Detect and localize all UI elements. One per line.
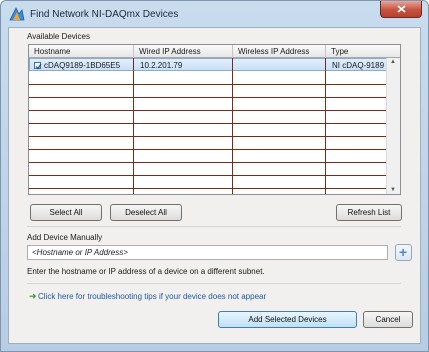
deselect-all-button[interactable]: Deselect All — [110, 204, 182, 221]
divider — [27, 283, 401, 284]
column-line — [232, 58, 233, 194]
close-button[interactable] — [380, 1, 422, 18]
cell-hostname: cDAQ9189-1BD65E5 — [44, 61, 121, 70]
table-row[interactable] — [29, 176, 387, 189]
column-header-wired-ip[interactable]: Wired IP Address — [139, 47, 201, 56]
column-header-type[interactable]: Type — [331, 47, 348, 56]
column-line — [133, 58, 134, 194]
column-line — [325, 58, 326, 194]
add-device-button[interactable]: + — [395, 244, 412, 261]
hostname-input-placeholder: <Hostname or IP Address> — [32, 248, 128, 257]
table-row[interactable] — [29, 72, 387, 85]
scroll-down-icon[interactable]: ▼ — [390, 187, 396, 193]
table-row[interactable] — [29, 150, 387, 163]
title-bar[interactable]: Find Network NI-DAQmx Devices — [1, 1, 428, 27]
available-devices-label: Available Devices — [27, 32, 90, 41]
plus-icon: + — [399, 244, 408, 260]
ni-daqmx-icon — [9, 7, 25, 21]
subnet-hint: Enter the hostname or IP address of a de… — [27, 267, 265, 276]
select-all-button[interactable]: Select All — [30, 204, 102, 221]
column-divider[interactable] — [325, 45, 326, 58]
table-row[interactable] — [29, 124, 387, 137]
column-header-hostname[interactable]: Hostname — [34, 47, 70, 56]
window-title: Find Network NI-DAQmx Devices — [30, 9, 179, 20]
devices-table[interactable]: Hostname Wired IP Address Wireless IP Ad… — [28, 44, 401, 195]
cancel-button[interactable]: Cancel — [363, 311, 413, 328]
add-selected-devices-button[interactable]: Add Selected Devices — [218, 311, 357, 328]
table-row[interactable] — [29, 85, 387, 98]
table-row[interactable] — [29, 98, 387, 111]
divider — [27, 226, 401, 227]
table-row[interactable] — [29, 111, 387, 124]
table-row[interactable]: cDAQ9189-1BD65E5 10.2.201.79 NI cDAQ-918… — [29, 58, 387, 71]
refresh-list-button[interactable]: Refresh List — [336, 204, 402, 221]
scroll-up-icon[interactable]: ▲ — [390, 59, 396, 65]
column-header-wireless-ip[interactable]: Wireless IP Address — [238, 47, 309, 56]
table-row[interactable] — [29, 163, 387, 176]
arrow-right-icon: ➜ — [29, 291, 37, 301]
hostname-input[interactable]: <Hostname or IP Address> — [27, 245, 388, 260]
column-divider[interactable] — [133, 45, 134, 58]
column-divider[interactable] — [232, 45, 233, 58]
add-device-label: Add Device Manually — [27, 233, 103, 242]
table-header: Hostname Wired IP Address Wireless IP Ad… — [29, 45, 400, 58]
vertical-scrollbar[interactable]: ▲ ▼ — [386, 58, 400, 194]
close-icon — [397, 5, 406, 13]
checkmark-icon — [35, 63, 42, 70]
table-row[interactable] — [29, 137, 387, 150]
row-checkbox[interactable] — [34, 62, 42, 70]
cell-wired-ip: 10.2.201.79 — [140, 61, 183, 70]
troubleshooting-link[interactable]: Click here for troubleshooting tips if y… — [38, 292, 266, 301]
cell-type: NI cDAQ-9189 — [332, 61, 385, 70]
